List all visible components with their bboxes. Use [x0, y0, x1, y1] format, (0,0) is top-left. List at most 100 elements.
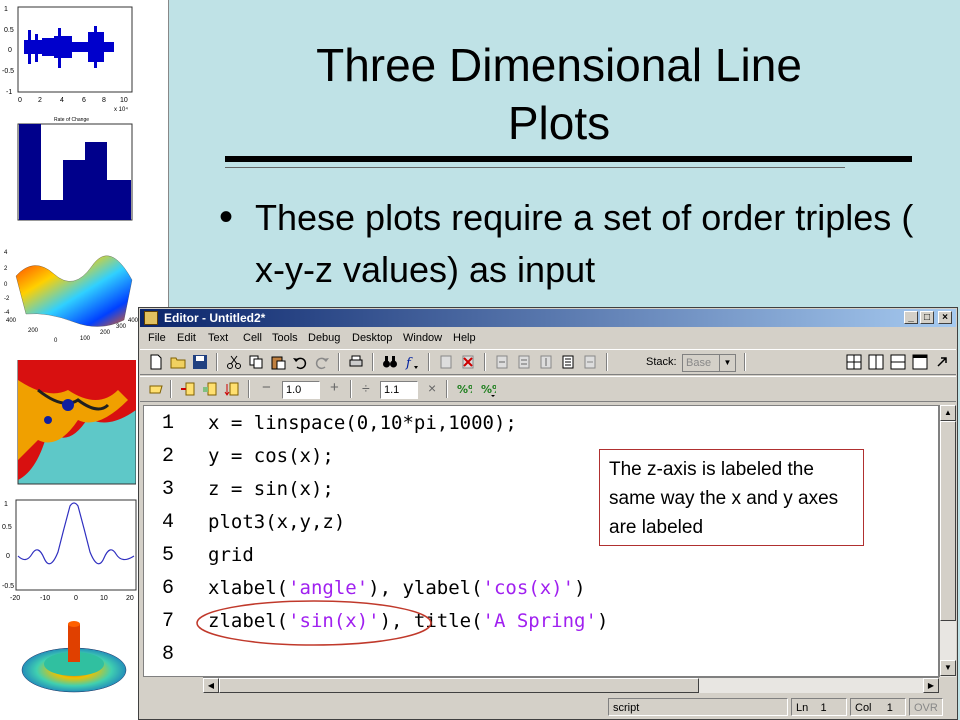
redo-icon[interactable]	[314, 354, 330, 370]
horizontal-scroll-thumb[interactable]	[219, 678, 699, 693]
next-cell-icon[interactable]	[224, 381, 240, 397]
decrement-button[interactable]: −	[262, 379, 271, 396]
3d-surface-plot-icon[interactable]: 4 2 0 -2 -4 400 200 0 100 200 300 400	[4, 236, 138, 348]
code-line[interactable]: y = cos(x);	[208, 445, 334, 467]
menu-edit[interactable]: Edit	[177, 328, 196, 348]
save-icon[interactable]	[192, 354, 208, 370]
eval-entire-file-icon[interactable]	[202, 381, 218, 397]
stack-dropdown[interactable]: Base ▼	[682, 354, 736, 372]
line-number: 4	[162, 511, 175, 534]
window-title: Editor - Untitled2*	[164, 311, 266, 325]
find-binoculars-icon[interactable]	[382, 354, 398, 370]
vertical-scroll-thumb[interactable]	[940, 421, 956, 621]
bar-chart-icon[interactable]: Rate of Change	[4, 114, 136, 232]
svg-text:%%: %%	[457, 383, 472, 396]
status-mode: script	[608, 698, 788, 716]
editor-app-icon	[144, 311, 158, 325]
float-window-icon[interactable]	[912, 354, 928, 370]
code-line[interactable]: x = linspace(0,10*pi,1000);	[208, 412, 517, 434]
toolbar-separator	[428, 353, 430, 371]
window-titlebar[interactable]: Editor - Untitled2* _ □ ×	[140, 309, 956, 327]
vertical-scrollbar[interactable]: ▲ ▼	[939, 405, 956, 677]
cell-value-input-1[interactable]: 1.0	[282, 381, 320, 399]
wave-ytick: -0.5	[2, 68, 14, 75]
stack-label: Stack:	[646, 356, 677, 368]
code-line[interactable]: plot3(x,y,z)	[208, 511, 345, 533]
3d-mesh-icon[interactable]	[14, 612, 136, 702]
scroll-up-arrow-icon[interactable]: ▲	[940, 405, 956, 421]
scroll-right-arrow-icon[interactable]: ▶	[923, 678, 939, 693]
exit-debug-icon[interactable]	[582, 354, 598, 370]
string-literal: 'angle'	[288, 577, 369, 599]
toolbar-separator	[338, 353, 340, 371]
menu-help[interactable]: Help	[453, 328, 476, 348]
toolbar-separator	[372, 353, 374, 371]
status-column-label: Col	[855, 702, 872, 714]
toolbar-separator	[216, 353, 218, 371]
undo-icon[interactable]	[292, 354, 308, 370]
step-out-icon[interactable]	[538, 354, 554, 370]
new-file-icon[interactable]	[148, 354, 164, 370]
multiply-button[interactable]: ×	[428, 380, 436, 396]
bar-thumb-title: Rate of Change	[54, 117, 89, 123]
toolbar-separator	[606, 353, 608, 371]
wave-xtick: 8	[102, 97, 106, 104]
cell-value-input-2[interactable]: 1.1	[380, 381, 418, 399]
fractal-image-icon[interactable]	[8, 360, 136, 492]
menu-debug[interactable]: Debug	[308, 328, 340, 348]
cut-icon[interactable]	[226, 354, 242, 370]
eval-cell-icon[interactable]	[148, 381, 164, 397]
code-line[interactable]: xlabel('angle'), ylabel('cos(x)')	[208, 577, 586, 599]
cell-percent-minus-icon[interactable]: %%	[480, 381, 496, 397]
minimize-button[interactable]: _	[904, 311, 918, 324]
string-literal: 'sin(x)'	[288, 610, 380, 632]
undock-icon[interactable]	[934, 354, 950, 370]
line-number: 6	[162, 577, 175, 600]
menu-tools[interactable]: Tools	[272, 328, 298, 348]
menu-cell[interactable]: Cell	[243, 328, 262, 348]
function-icon[interactable]: f	[404, 354, 420, 370]
menu-file[interactable]: File	[148, 328, 166, 348]
maximize-button[interactable]: □	[920, 311, 934, 324]
set-breakpoint-icon[interactable]	[438, 354, 454, 370]
scroll-down-arrow-icon[interactable]: ▼	[940, 660, 956, 676]
increment-button[interactable]: +	[330, 379, 339, 396]
horizontal-scrollbar[interactable]: ◀ ▶	[203, 677, 939, 693]
open-folder-icon[interactable]	[170, 354, 186, 370]
waveform-plot-icon[interactable]: 1 0.5 0 -0.5 -1 0 2 4 6 8 10 x 10⁴	[2, 2, 137, 114]
code-token: zlabel(	[208, 610, 289, 632]
tile-vertical-icon[interactable]	[868, 354, 884, 370]
cell-percent-icon[interactable]: %%	[456, 381, 472, 397]
run-icon[interactable]	[560, 354, 576, 370]
menu-text[interactable]: Text	[208, 328, 228, 348]
paste-icon[interactable]	[270, 354, 286, 370]
step-icon[interactable]	[494, 354, 510, 370]
tile-grid-icon[interactable]	[846, 354, 862, 370]
status-line-label: Ln	[796, 702, 809, 714]
copy-icon[interactable]	[248, 354, 264, 370]
clear-breakpoint-icon[interactable]	[460, 354, 476, 370]
code-line[interactable]: zlabel('sin(x)'), title('A Spring')	[208, 610, 608, 632]
code-line[interactable]: grid	[208, 544, 254, 566]
line-number: 7	[162, 610, 175, 633]
sinc-line-plot-icon[interactable]: 1 0.5 0 -0.5 -20 -10 0 10 20	[2, 498, 138, 608]
cell-toolbar: − 1.0 + ÷ 1.1 × %% %%	[140, 376, 956, 402]
surface-xtick: 400	[6, 318, 17, 324]
divide-button[interactable]: ÷	[362, 380, 370, 396]
close-button[interactable]: ×	[938, 311, 952, 324]
line-number: 5	[162, 544, 175, 567]
surface-xtick: 200	[28, 328, 39, 334]
tile-horizontal-icon[interactable]	[890, 354, 906, 370]
chevron-down-icon: ▼	[719, 355, 735, 371]
surface-ytick: 0	[4, 282, 8, 288]
wave-ytick: 0.5	[4, 27, 14, 34]
code-line[interactable]: z = sin(x);	[208, 478, 334, 500]
eval-cell-advance-icon[interactable]	[180, 381, 196, 397]
status-bar: script Ln 1 Col 1 OVR	[140, 696, 956, 718]
scroll-left-arrow-icon[interactable]: ◀	[203, 678, 219, 693]
menu-window[interactable]: Window	[403, 328, 442, 348]
wave-xtick: 6	[82, 97, 86, 104]
print-icon[interactable]	[348, 354, 364, 370]
menu-desktop[interactable]: Desktop	[352, 328, 392, 348]
step-in-icon[interactable]	[516, 354, 532, 370]
